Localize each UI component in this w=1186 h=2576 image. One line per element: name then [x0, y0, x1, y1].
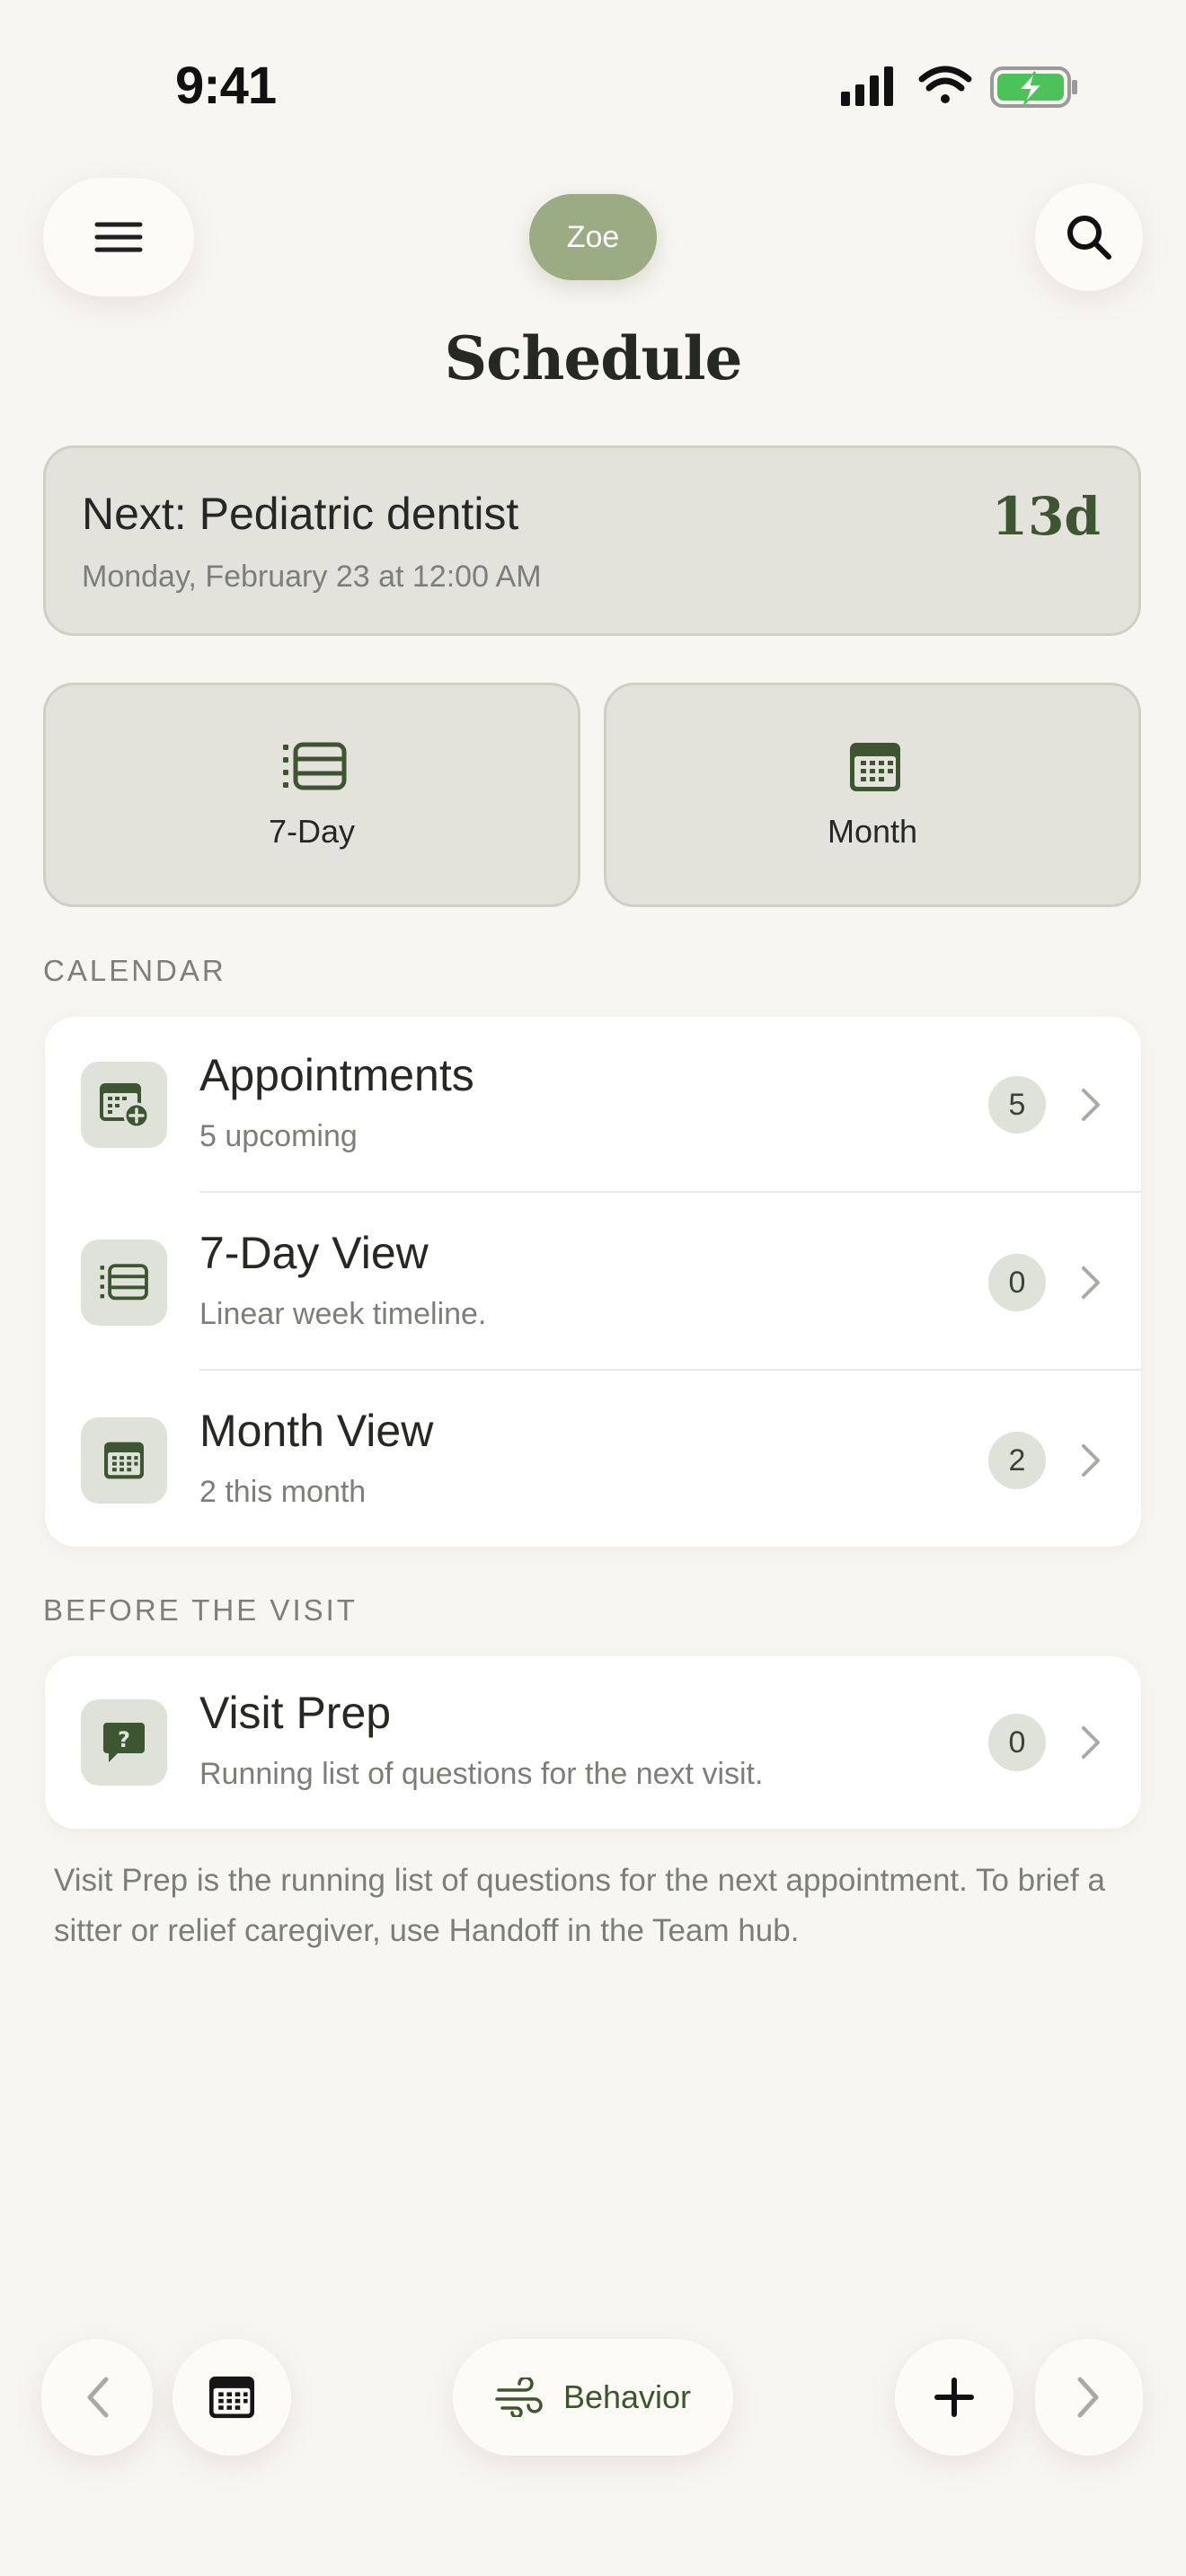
list-item-subtitle: Linear week timeline.	[199, 1297, 487, 1331]
svg-text:?: ?	[118, 1727, 130, 1752]
chevron-right-icon	[1082, 1444, 1100, 1477]
month-view-label: Month	[827, 813, 918, 850]
search-button[interactable]	[1035, 183, 1143, 291]
timeline-icon	[81, 1239, 167, 1326]
list-item-title: Month View	[199, 1406, 434, 1456]
calendar-icon	[81, 1417, 167, 1504]
next-appointment-datetime: Monday, February 23 at 12:00 AM	[82, 560, 542, 594]
status-icons	[841, 66, 1077, 108]
forward-button[interactable]	[1035, 2339, 1143, 2456]
calendar-icon	[850, 743, 900, 791]
next-appointment-card[interactable]: Next: Pediatric dentist Monday, February…	[43, 446, 1141, 636]
chevron-left-icon	[87, 2377, 109, 2418]
list-item-title: 7-Day View	[199, 1228, 429, 1278]
count-badge: 0	[988, 1254, 1046, 1311]
chevron-right-icon	[1082, 1266, 1100, 1299]
timeline-icon	[283, 742, 347, 790]
list-item-appointments[interactable]: Appointments 5 upcoming 5	[45, 1017, 1141, 1193]
list-item-subtitle: 5 upcoming	[199, 1119, 358, 1153]
calendar-icon	[209, 2376, 254, 2419]
page-title: Schedule	[444, 323, 742, 393]
calendar-button[interactable]	[173, 2339, 291, 2456]
back-button[interactable]	[41, 2339, 153, 2456]
seven-day-view-button[interactable]: 7-Day	[43, 683, 580, 907]
count-badge: 5	[988, 1076, 1046, 1134]
list-item-visit-prep[interactable]: ? Visit Prep Running list of questions f…	[45, 1656, 1141, 1829]
wifi-icon	[918, 66, 972, 103]
month-view-button[interactable]: Month	[604, 683, 1141, 907]
signal-icon	[841, 66, 893, 106]
wind-icon	[495, 2378, 543, 2417]
list-item-title: Appointments	[199, 1050, 474, 1100]
before-visit-list: ? Visit Prep Running list of questions f…	[45, 1656, 1141, 1829]
section-label-calendar: CALENDAR	[43, 954, 226, 987]
behavior-label: Behavior	[562, 2378, 692, 2415]
status-time: 9:41	[175, 57, 277, 115]
battery-charging-icon	[990, 66, 1077, 108]
next-appointment-countdown: 13d	[991, 486, 1101, 547]
calendar-list: Appointments 5 upcoming 5 7-Day View Lin…	[45, 1017, 1141, 1547]
question-bubble-icon: ?	[81, 1699, 167, 1786]
chevron-right-icon	[1082, 1089, 1100, 1121]
calendar-add-icon	[81, 1062, 167, 1148]
list-item-title: Visit Prep	[199, 1688, 392, 1738]
chevron-right-icon	[1082, 1726, 1100, 1759]
search-icon	[1067, 216, 1111, 260]
menu-button[interactable]	[43, 178, 194, 296]
seven-day-view-label: 7-Day	[268, 813, 356, 850]
behavior-button[interactable]: Behavior	[453, 2339, 733, 2456]
row-divider	[199, 1191, 1141, 1193]
add-button[interactable]	[895, 2339, 1013, 2456]
count-badge: 2	[988, 1432, 1046, 1489]
list-item-subtitle: 2 this month	[199, 1475, 367, 1509]
footnote-text: Visit Prep is the running list of questi…	[54, 1863, 1105, 1948]
next-appointment-title: Next: Pediatric dentist	[82, 489, 519, 539]
section-label-before-visit: BEFORE THE VISIT	[43, 1593, 358, 1627]
list-item-month-view[interactable]: Month View 2 this month 2	[45, 1372, 1141, 1547]
chevron-right-icon	[1077, 2377, 1099, 2418]
plus-icon	[934, 2378, 974, 2417]
hamburger-icon	[94, 222, 143, 252]
row-divider	[199, 1369, 1141, 1371]
list-item-subtitle: Running list of questions for the next v…	[199, 1757, 764, 1791]
count-badge: 0	[988, 1714, 1046, 1771]
list-item-seven-day-view[interactable]: 7-Day View Linear week timeline. 0	[45, 1195, 1141, 1371]
profile-chip[interactable]: Zoe	[529, 194, 657, 280]
